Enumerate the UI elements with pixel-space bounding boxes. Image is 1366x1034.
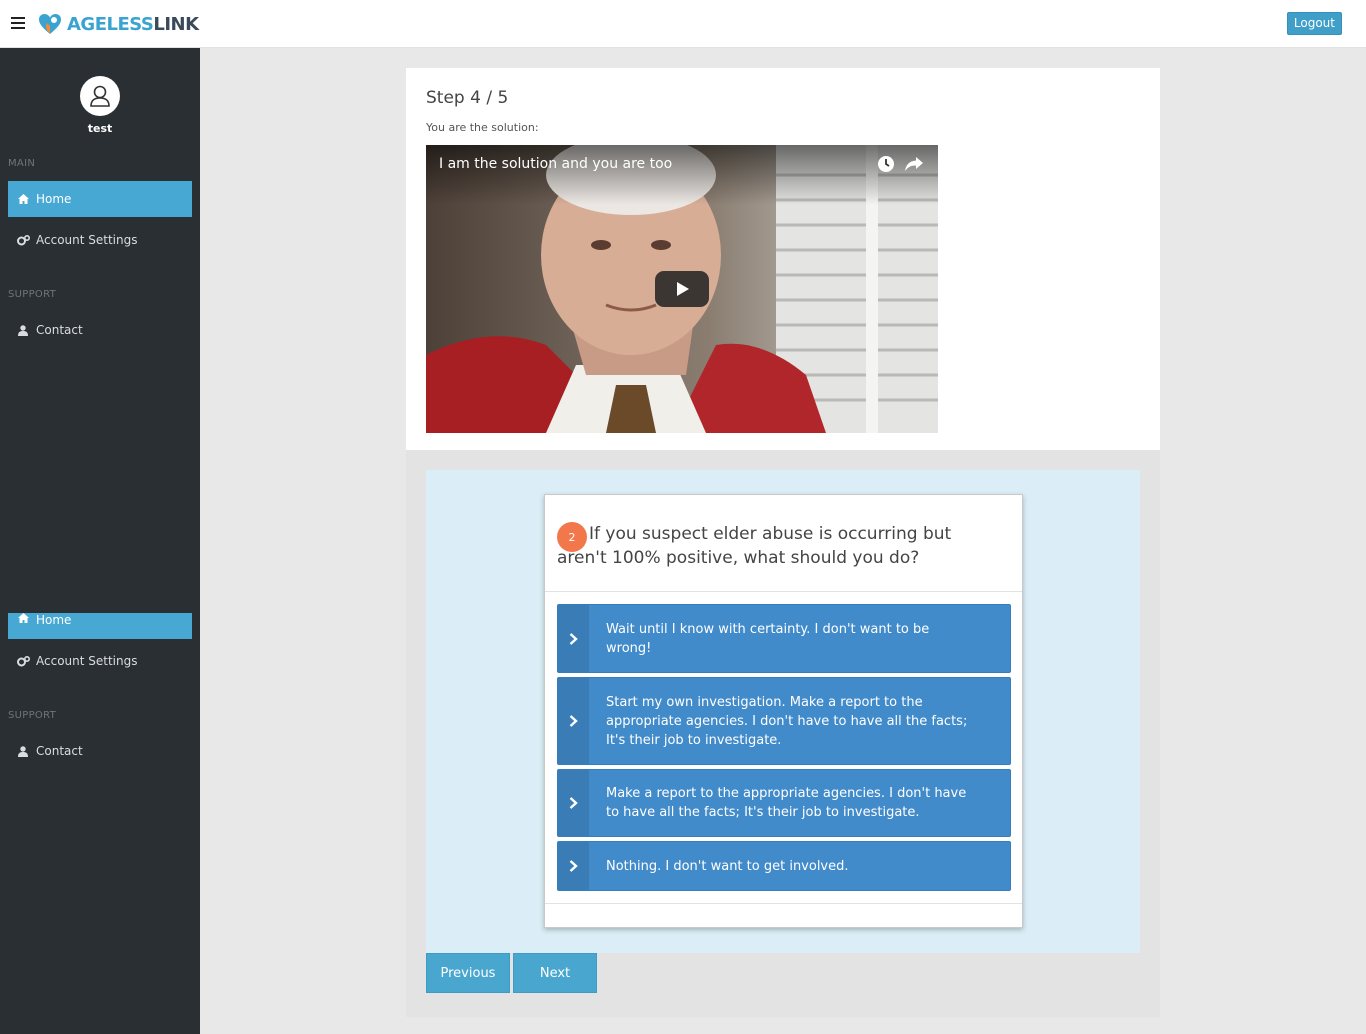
user-icon	[16, 745, 30, 757]
answer-text: Start my own investigation. Make a repor…	[606, 694, 968, 748]
play-button[interactable]	[655, 271, 709, 307]
divider	[545, 591, 1022, 592]
cogs-icon	[16, 234, 30, 246]
sidebar-item-contact-duplicate[interactable]: Contact	[8, 733, 192, 769]
sidebar-item-label: Home	[36, 192, 72, 206]
nav-section-support-duplicate: SUPPORT	[8, 710, 57, 721]
quiz-panel: 2 If you suspect elder abuse is occurrin…	[406, 450, 1160, 1017]
cogs-icon	[16, 655, 30, 667]
sidebar-item-home[interactable]: Home	[8, 181, 192, 217]
username: test	[87, 122, 113, 135]
heart-logo-icon	[39, 14, 61, 34]
sidebar-item-account-settings-duplicate[interactable]: Account Settings	[8, 643, 192, 679]
sidebar-item-label: Contact	[36, 323, 83, 337]
lesson-card: Step 4 / 5 You are the solution: I am th…	[406, 68, 1160, 450]
avatar[interactable]	[80, 76, 120, 116]
share-icon[interactable]	[904, 155, 924, 177]
ageless-link-logo[interactable]: AGELESSLINK	[37, 10, 199, 38]
next-button[interactable]: Next	[513, 953, 597, 993]
video-player[interactable]: I am the solution and you are too	[426, 145, 938, 433]
chevron-right-icon	[558, 678, 589, 764]
hamburger-menu-icon[interactable]	[11, 17, 25, 29]
user-icon	[16, 324, 30, 336]
watch-later-icon[interactable]	[877, 155, 895, 177]
play-icon	[677, 282, 689, 296]
chevron-right-icon	[558, 605, 589, 672]
step-title: Step 4 / 5	[426, 88, 509, 108]
answer-text: Nothing. I don't want to get involved.	[606, 858, 849, 874]
video-title: I am the solution and you are too	[439, 156, 673, 172]
answer-text: Make a report to the appropriate agencie…	[606, 786, 967, 820]
answer-option-2[interactable]: Start my own investigation. Make a repor…	[557, 677, 1011, 765]
home-icon	[16, 194, 30, 204]
logo-text: AGELESSLINK	[67, 13, 199, 35]
sidebar-item-label: Account Settings	[36, 233, 138, 247]
nav-section-main: MAIN	[8, 158, 36, 169]
sidebar-item-label: Account Settings	[36, 654, 138, 668]
logout-button[interactable]: Logout	[1286, 12, 1342, 35]
sidebar-item-home-duplicate[interactable]: Home	[8, 613, 192, 639]
sidebar-item-label: Contact	[36, 744, 83, 758]
sidebar-item-label: Home	[36, 613, 72, 627]
question-number-badge: 2	[557, 522, 587, 552]
question-card: 2 If you suspect elder abuse is occurrin…	[544, 494, 1023, 928]
chevron-right-icon	[558, 842, 589, 890]
quiz-area: 2 If you suspect elder abuse is occurrin…	[426, 470, 1140, 953]
chevron-right-icon	[558, 770, 589, 836]
divider	[545, 903, 1022, 904]
sidebar: test MAIN Home Account Settings SUPPORT …	[0, 48, 200, 1034]
nav-section-support: SUPPORT	[8, 289, 57, 300]
sidebar-item-contact[interactable]: Contact	[8, 312, 192, 348]
top-navbar: AGELESSLINK Logout	[0, 0, 1366, 48]
answer-option-1[interactable]: Wait until I know with certainty. I don'…	[557, 604, 1011, 673]
answer-option-4[interactable]: Nothing. I don't want to get involved.	[557, 841, 1011, 891]
previous-button[interactable]: Previous	[426, 953, 510, 993]
home-icon	[16, 613, 30, 623]
sidebar-item-account-settings[interactable]: Account Settings	[8, 222, 192, 258]
answer-option-3[interactable]: Make a report to the appropriate agencie…	[557, 769, 1011, 837]
question-text: If you suspect elder abuse is occurring …	[557, 524, 952, 568]
user-avatar-icon	[90, 85, 110, 107]
step-subtitle: You are the solution:	[426, 121, 539, 134]
answer-text: Wait until I know with certainty. I don'…	[606, 621, 930, 656]
